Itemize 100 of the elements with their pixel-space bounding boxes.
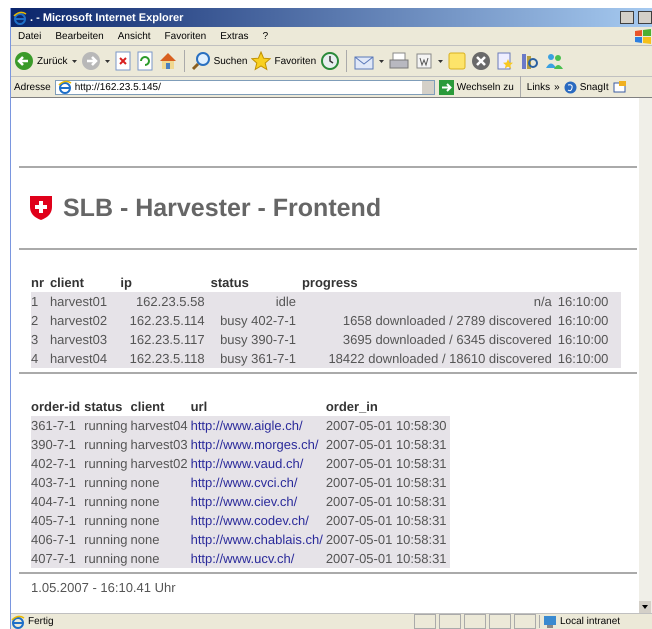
- printer-icon[interactable]: [388, 51, 410, 71]
- browser-icon: [58, 80, 72, 94]
- table-cell: 405-7-1: [31, 511, 84, 530]
- favorites-button[interactable]: Favoriten: [251, 51, 316, 71]
- table-cell: 18422 downloaded / 18610 discovered: [302, 349, 558, 368]
- table-cell: harvest03: [50, 330, 120, 349]
- maximize-button[interactable]: [638, 11, 652, 24]
- more-chevron[interactable]: »: [554, 82, 560, 92]
- column-header: client: [50, 275, 84, 290]
- table-cell: running: [84, 416, 130, 435]
- back-button[interactable]: Zurück: [14, 51, 68, 71]
- star-page-icon[interactable]: [495, 51, 516, 71]
- table-cell: running: [84, 549, 130, 568]
- column-header: progress: [302, 275, 358, 290]
- table-cell: n/a: [302, 292, 558, 311]
- caret-icon[interactable]: [72, 60, 77, 62]
- table-cell: harvest03: [130, 435, 191, 454]
- star-icon: [251, 51, 272, 71]
- status-panel: [464, 614, 486, 629]
- snagit-button[interactable]: SnagIt: [564, 80, 609, 94]
- caret-icon[interactable]: [438, 60, 444, 62]
- status-panel: [489, 614, 511, 629]
- table-cell: 361-7-1: [31, 416, 84, 435]
- table-cell: 4: [31, 349, 50, 368]
- go-button[interactable]: Wechseln zu: [438, 80, 514, 94]
- swirl-icon: [564, 80, 577, 94]
- search-button[interactable]: Suchen: [190, 51, 248, 71]
- table-cell: harvest01: [50, 292, 120, 311]
- menu-item[interactable]: Bearbeiten: [48, 30, 111, 42]
- table-cell: running: [84, 435, 130, 454]
- document-icon[interactable]: [414, 51, 434, 71]
- table-cell: 162.23.5.118: [120, 349, 211, 368]
- close-circle-icon[interactable]: [471, 51, 492, 71]
- refresh-icon[interactable]: [136, 51, 154, 71]
- table-cell: 390-7-1: [31, 435, 84, 454]
- column-header: url: [190, 399, 208, 414]
- status-panel: [439, 614, 461, 629]
- table-cell: 2007-05-01 10:58:31: [326, 454, 450, 473]
- menu-item[interactable]: Extras: [213, 30, 256, 42]
- status-panel: [514, 614, 536, 629]
- table-cell: 16:10:00: [558, 292, 621, 311]
- page-title: SLB - Harvester - Frontend: [63, 194, 382, 222]
- browser-icon: [11, 614, 25, 628]
- swiss-shield-icon: [29, 195, 53, 221]
- table-cell: harvest02: [50, 311, 120, 330]
- menu-item[interactable]: Datei: [11, 30, 48, 42]
- table-cell: 2: [31, 311, 50, 330]
- table-cell: 402-7-1: [31, 454, 84, 473]
- table-cell: 3: [31, 330, 50, 349]
- address-label: Adresse: [14, 82, 51, 92]
- zone-text: Local intranet: [560, 616, 620, 627]
- table-cell: busy 361-7-1: [210, 349, 302, 368]
- minimize-button[interactable]: [620, 11, 634, 24]
- books-icon[interactable]: [519, 51, 540, 71]
- history-icon[interactable]: [320, 51, 340, 71]
- table-cell: 16:10:00: [558, 349, 621, 368]
- table-cell: 2007-05-01 10:58:31: [326, 435, 450, 454]
- address-field[interactable]: http://162.23.5.145/: [54, 80, 435, 94]
- table-cell: none: [130, 473, 191, 492]
- caret-icon[interactable]: [379, 60, 384, 62]
- menu-item[interactable]: Ansicht: [110, 30, 158, 42]
- table-cell: 403-7-1: [31, 473, 84, 492]
- status-text: Fertig: [28, 616, 55, 627]
- table-cell: 2007-05-01 10:58:31: [326, 530, 450, 549]
- table-cell: 406-7-1: [31, 530, 84, 549]
- table-cell: 2007-05-01 10:58:31: [326, 492, 450, 511]
- table-cell: 162.23.5.58: [120, 292, 211, 311]
- table-cell: harvest04: [50, 349, 120, 368]
- column-header: status: [210, 275, 249, 290]
- stop-icon[interactable]: [114, 51, 132, 71]
- home-icon[interactable]: [158, 51, 178, 71]
- table-cell: busy 402-7-1: [210, 311, 302, 330]
- table-cell: 162.23.5.114: [120, 311, 211, 330]
- capture-icon[interactable]: [612, 80, 627, 94]
- column-header: order-id: [31, 399, 80, 414]
- table-cell: none: [130, 530, 191, 549]
- table-cell: none: [130, 492, 191, 511]
- intranet-icon: [543, 615, 557, 628]
- table-cell: 404-7-1: [31, 492, 84, 511]
- links-label[interactable]: Links: [526, 82, 550, 92]
- table-cell: running: [84, 473, 130, 492]
- column-header: nr: [31, 275, 44, 290]
- table-cell: none: [130, 511, 191, 530]
- menu-item[interactable]: ?: [256, 30, 276, 42]
- scroll-down-icon[interactable]: [639, 601, 651, 613]
- table-cell: 1: [31, 292, 50, 311]
- caret-icon[interactable]: [104, 60, 110, 62]
- menu-item[interactable]: Favoriten: [158, 30, 214, 42]
- table-cell: none: [130, 549, 191, 568]
- table-cell: running: [84, 454, 130, 473]
- timestamp: 1.05.2007 - 16:10.41 Uhr: [30, 579, 177, 596]
- column-header: client: [130, 399, 164, 414]
- windows-flag-icon: [633, 28, 652, 44]
- arrow-icon: [438, 80, 454, 94]
- table-cell: busy 390-7-1: [210, 330, 302, 349]
- table-cell: running: [84, 530, 130, 549]
- table-cell: idle: [210, 292, 302, 311]
- table-cell: running: [84, 492, 130, 511]
- table-cell: harvest02: [130, 454, 191, 473]
- table-cell: running: [84, 511, 130, 530]
